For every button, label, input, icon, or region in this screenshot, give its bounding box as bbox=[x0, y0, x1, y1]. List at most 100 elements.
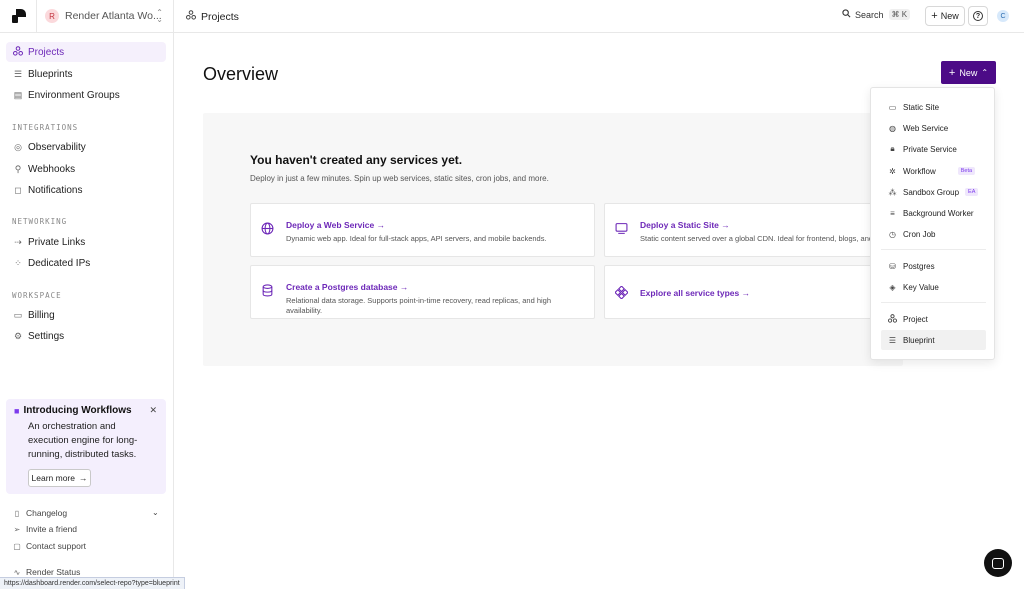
sidebar-item-notifications[interactable]: ◻ Notifications bbox=[6, 180, 166, 200]
menu-item-static-site[interactable]: ▭ Static Site bbox=[881, 97, 986, 117]
learn-more-label: Learn more bbox=[31, 473, 75, 483]
status-icon: ∿ bbox=[13, 567, 21, 577]
menu-separator bbox=[881, 302, 986, 303]
plus-icon: + bbox=[931, 10, 938, 22]
menu-separator bbox=[881, 249, 986, 250]
arrow-right-icon: → bbox=[721, 220, 730, 230]
webhooks-icon: ⚲ bbox=[14, 163, 22, 174]
chevron-up-down-icon: ⌃ ⌄ bbox=[156, 8, 163, 24]
menu-item-label: Key Value bbox=[903, 282, 939, 292]
contact-support-link[interactable]: ▢ Contact support bbox=[12, 541, 86, 551]
search-icon bbox=[842, 9, 851, 20]
menu-item-private-service[interactable]: 🔒︎ Private Service bbox=[881, 139, 986, 159]
search-button[interactable]: Search ⌘ K bbox=[842, 9, 911, 20]
sidebar-item-dedicated-ips[interactable]: ⁘ Dedicated IPs bbox=[6, 253, 166, 273]
blueprints-icon: ☰ bbox=[888, 335, 897, 345]
lock-icon: 🔒︎ bbox=[890, 144, 895, 153]
topbar-divider bbox=[36, 0, 37, 33]
card-create-postgres[interactable]: Create a Postgres database → Relational … bbox=[250, 265, 595, 319]
search-shortcut: ⌘ K bbox=[888, 9, 911, 20]
menu-item-workflow[interactable]: ✲ Workflow Beta bbox=[881, 161, 986, 181]
menu-item-key-value[interactable]: ◈ Key Value bbox=[881, 277, 986, 297]
menu-item-project[interactable]: Project bbox=[881, 309, 986, 329]
sidebar-item-label: Webhooks bbox=[28, 163, 76, 175]
sidebar-item-webhooks[interactable]: ⚲ Webhooks bbox=[6, 159, 166, 179]
status-label: Render Status bbox=[26, 567, 81, 577]
projects-icon bbox=[186, 10, 196, 23]
chevron-up-icon: ⌃ bbox=[981, 68, 989, 77]
menu-item-label: Private Service bbox=[903, 144, 957, 154]
workspace-name: Render Atlanta Wo... bbox=[65, 10, 162, 22]
help-button[interactable]: ? bbox=[968, 6, 988, 26]
workspace-switcher[interactable]: R Render Atlanta Wo... ⌃ ⌄ bbox=[45, 7, 165, 25]
card-title-text: Explore all service types bbox=[640, 288, 740, 298]
chat-button[interactable] bbox=[984, 549, 1012, 577]
card-explore-service-types[interactable]: Explore all service types → bbox=[604, 265, 879, 319]
user-avatar[interactable]: C bbox=[997, 10, 1009, 22]
close-icon[interactable]: ✕ bbox=[149, 405, 157, 416]
changelog-icon: ▯ bbox=[14, 508, 20, 518]
card-deploy-web-service[interactable]: Deploy a Web Service → Dynamic web app. … bbox=[250, 203, 595, 257]
projects-icon bbox=[13, 46, 23, 58]
sidebar-item-observability[interactable]: ◎ Observability bbox=[6, 137, 166, 157]
workflows-promo: ■ Introducing Workflows ✕ An orchestrati… bbox=[6, 399, 166, 494]
topbar-divider bbox=[173, 0, 174, 33]
sidebar-item-environment-groups[interactable]: ▤ Environment Groups bbox=[6, 85, 166, 105]
changelog-link[interactable]: ▯ Changelog bbox=[12, 508, 67, 518]
environment-groups-icon: ▤ bbox=[13, 89, 23, 100]
card-description: Static content served over a global CDN.… bbox=[640, 234, 874, 243]
globe-icon bbox=[261, 222, 274, 238]
sidebar-item-label: Private Links bbox=[28, 236, 86, 248]
arrow-right-icon: → bbox=[376, 220, 386, 230]
new-service-dropdown: ▭ Static Site ◍ Web Service 🔒︎ Private S… bbox=[870, 87, 995, 360]
menu-item-label: Cron Job bbox=[903, 229, 936, 239]
menu-item-label: Workflow bbox=[903, 166, 936, 176]
card-title: Deploy a Web Service → bbox=[286, 220, 385, 230]
section-label-integrations: INTEGRATIONS bbox=[12, 123, 79, 132]
menu-item-label: Sandbox Group bbox=[903, 187, 960, 197]
card-description: Relational data storage. Supports point-… bbox=[286, 296, 552, 315]
empty-state-subtitle: Deploy in just a few minutes. Spin up we… bbox=[250, 174, 549, 183]
chevron-down-icon[interactable]: ⌄ bbox=[152, 508, 159, 517]
card-title: Create a Postgres database → bbox=[286, 282, 408, 292]
render-status-link[interactable]: ∿ Render Status bbox=[12, 567, 81, 577]
menu-item-postgres[interactable]: ⛁ Postgres bbox=[881, 256, 986, 276]
background-worker-icon: ≡ bbox=[890, 208, 895, 218]
section-label-networking: NETWORKING bbox=[12, 217, 68, 226]
blueprints-icon: ☰ bbox=[13, 68, 23, 79]
promo-title: Introducing Workflows bbox=[23, 405, 132, 416]
chat-bubble-icon bbox=[992, 557, 1004, 569]
menu-item-web-service[interactable]: ◍ Web Service bbox=[881, 118, 986, 138]
static-site-icon bbox=[615, 222, 628, 238]
menu-item-background-worker[interactable]: ≡ Background Worker bbox=[881, 203, 986, 223]
menu-item-label: Project bbox=[903, 314, 928, 324]
card-title: Deploy a Static Site → bbox=[640, 220, 730, 230]
sidebar-item-blueprints[interactable]: ☰ Blueprints bbox=[6, 64, 166, 84]
support-icon: ▢ bbox=[13, 541, 21, 551]
send-icon: ➢ bbox=[13, 524, 21, 534]
invite-friend-link[interactable]: ➢ Invite a friend bbox=[12, 524, 77, 534]
sidebar-item-label: Observability bbox=[28, 141, 86, 153]
learn-more-button[interactable]: Learn more → bbox=[28, 469, 91, 487]
beta-badge: Beta bbox=[957, 167, 976, 175]
sidebar-item-projects[interactable]: Projects bbox=[6, 42, 166, 62]
sidebar-item-settings[interactable]: ⚙ Settings bbox=[6, 326, 166, 346]
breadcrumb[interactable]: Projects bbox=[186, 10, 239, 23]
arrow-right-icon: → bbox=[78, 473, 88, 483]
sidebar-item-private-links[interactable]: ⇢ Private Links bbox=[6, 232, 166, 252]
card-deploy-static-site[interactable]: Deploy a Static Site → Static content se… bbox=[604, 203, 879, 257]
menu-item-blueprint[interactable]: ☰ Blueprint bbox=[881, 330, 986, 350]
menu-item-label: Web Service bbox=[903, 123, 949, 133]
menu-item-sandbox-group[interactable]: ⁂ Sandbox Group EA bbox=[881, 182, 986, 202]
top-new-button[interactable]: + New bbox=[925, 6, 965, 26]
billing-icon: ▭ bbox=[13, 309, 23, 320]
render-logo-icon[interactable] bbox=[12, 9, 26, 23]
plus-icon: + bbox=[948, 66, 956, 79]
status-bar-url: https://dashboard.render.com/select-repo… bbox=[0, 577, 185, 589]
workflow-icon: ■ bbox=[14, 405, 20, 416]
sidebar: Projects ☰ Blueprints ▤ Environment Grou… bbox=[0, 33, 174, 589]
promo-body: An orchestration and execution engine fo… bbox=[28, 421, 138, 460]
sidebar-item-billing[interactable]: ▭ Billing bbox=[6, 305, 166, 325]
new-button[interactable]: + New ⌃ bbox=[941, 61, 996, 84]
menu-item-cron-job[interactable]: ◷ Cron Job bbox=[881, 224, 986, 244]
